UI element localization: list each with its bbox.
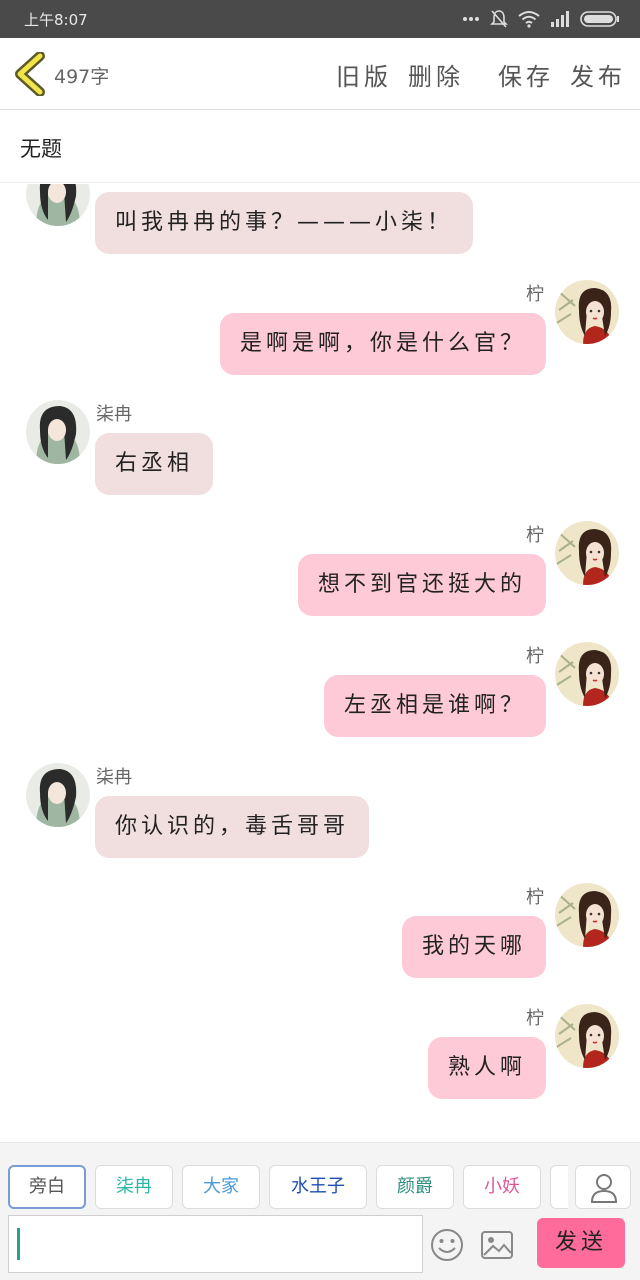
emoji-icon[interactable] xyxy=(430,1228,464,1262)
sender-name: 柒冉 xyxy=(96,404,132,425)
sender-name: 柠 xyxy=(526,525,544,546)
delete-button[interactable]: 删除 xyxy=(408,57,464,92)
message-bubble[interactable]: 左丞相是谁啊？ xyxy=(323,675,546,737)
avatar-qiran[interactable] xyxy=(26,763,90,827)
role-chip[interactable]: 柒冉 xyxy=(95,1165,173,1209)
avatar-ning[interactable] xyxy=(555,280,619,344)
chat-area[interactable]: 叫我冉冉的事？———小柒！ 柠 是啊是啊，你是什么官？ 柒冉 右丞相 柠 想不到… xyxy=(0,184,640,1142)
status-bar: 上午8:07 xyxy=(0,0,640,38)
role-chip[interactable]: 旁白 xyxy=(8,1165,86,1209)
text-caret xyxy=(17,1228,20,1260)
avatar-qiran[interactable] xyxy=(26,184,90,226)
message-bubble[interactable]: 熟人啊 xyxy=(427,1037,546,1099)
more-dots-icon xyxy=(463,17,479,21)
status-time: 上午8:07 xyxy=(24,11,88,29)
role-chip[interactable]: 小妖 xyxy=(463,1165,541,1209)
composer-panel: 旁白 柒冉 大家 水王子 颜爵 小妖 柠 发送 xyxy=(0,1142,640,1280)
status-icons xyxy=(462,9,620,29)
message-bubble[interactable]: 右丞相 xyxy=(95,433,214,495)
send-button[interactable]: 发送 xyxy=(537,1218,625,1268)
editor-top-bar: 497字 旧版 删除 保存 发布 xyxy=(0,38,640,110)
story-title[interactable]: 无题 xyxy=(20,133,62,163)
battery-icon xyxy=(580,11,619,27)
message-bubble[interactable]: 你认识的，毒舌哥哥 xyxy=(95,796,370,858)
story-title-bar[interactable]: 无题 xyxy=(0,111,640,183)
message-input[interactable] xyxy=(8,1215,423,1273)
save-button[interactable]: 保存 xyxy=(498,57,554,92)
role-chip[interactable]: 大家 xyxy=(182,1165,260,1209)
sender-name: 柠 xyxy=(526,284,544,305)
avatar-qiran[interactable] xyxy=(26,400,90,464)
message-bubble[interactable]: 叫我冉冉的事？———小柒！ xyxy=(95,192,474,254)
sender-name: 柒冉 xyxy=(96,767,132,788)
sender-name: 柠 xyxy=(526,1008,544,1029)
publish-button[interactable]: 发布 xyxy=(570,57,626,92)
signal-icon xyxy=(551,11,569,27)
role-chip[interactable]: 柠 xyxy=(550,1165,568,1209)
message-bubble[interactable]: 是啊是啊，你是什么官？ xyxy=(219,313,546,375)
old-version-button[interactable]: 旧版 xyxy=(336,57,392,92)
role-chip[interactable]: 颜爵 xyxy=(376,1165,454,1209)
back-arrow-icon[interactable] xyxy=(12,52,48,96)
sender-name: 柠 xyxy=(526,646,544,667)
message-bubble[interactable]: 我的天哪 xyxy=(401,916,546,978)
sender-name: 柠 xyxy=(526,887,544,908)
avatar-ning[interactable] xyxy=(555,642,619,706)
mute-bell-icon xyxy=(490,10,508,28)
role-chip[interactable]: 水王子 xyxy=(269,1165,367,1209)
avatar-ning[interactable] xyxy=(555,883,619,947)
message-bubble[interactable]: 想不到官还挺大的 xyxy=(297,554,546,616)
wifi-icon xyxy=(518,11,540,28)
word-count: 497字 xyxy=(54,66,110,88)
image-icon[interactable] xyxy=(480,1229,514,1261)
avatar-ning[interactable] xyxy=(555,1004,619,1068)
role-selector[interactable]: 旁白 柒冉 大家 水王子 颜爵 小妖 柠 xyxy=(8,1165,568,1209)
avatar-ning[interactable] xyxy=(555,521,619,585)
person-icon xyxy=(590,1174,618,1203)
character-manage-button[interactable] xyxy=(575,1165,631,1209)
